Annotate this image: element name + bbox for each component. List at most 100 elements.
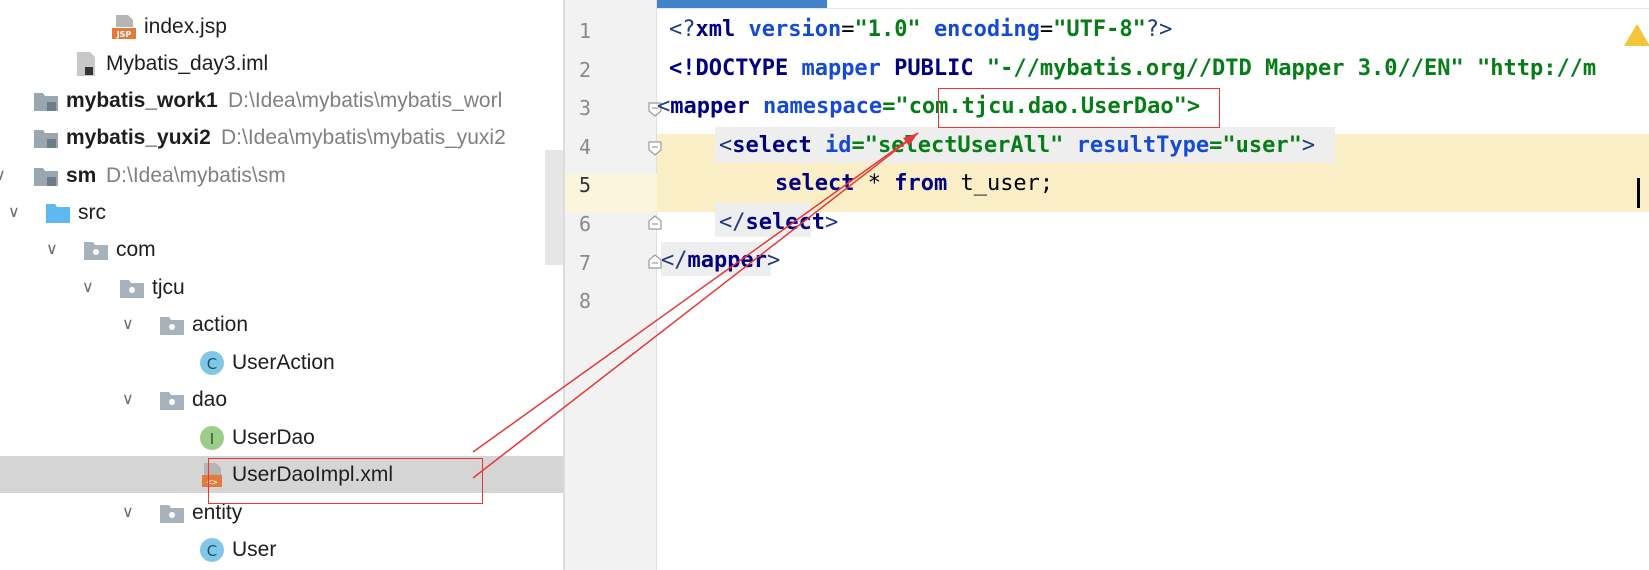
tree-item-label: sm [66, 164, 97, 187]
module-folder-icon [32, 124, 60, 152]
code-token: * [867, 171, 895, 196]
line-number: 1 [578, 19, 592, 43]
code-token: < [657, 94, 671, 119]
tree-item-label: entity [192, 501, 243, 524]
class-icon: C [198, 349, 226, 377]
tree-item-label: index.jsp [144, 15, 227, 38]
svg-text:I: I [210, 430, 214, 448]
code-line-7[interactable]: </mapper> [661, 248, 780, 273]
chevron-down-icon[interactable]: ∨ [122, 389, 134, 408]
tree-item-label: tjcu [152, 276, 185, 299]
namespace-highlight-box [938, 88, 1220, 128]
tree-item-label: User [232, 538, 277, 561]
code-token: </ [661, 248, 688, 273]
code-token: mapper [801, 56, 895, 81]
selected-file-highlight-box [208, 458, 483, 504]
svg-text:C: C [207, 355, 217, 373]
line-number: 5 [578, 173, 592, 198]
fold-start-icon[interactable] [647, 140, 663, 156]
chevron-down-icon[interactable]: ∨ [0, 165, 6, 184]
package-icon [158, 386, 186, 414]
chevron-down-icon[interactable]: ∨ [122, 314, 134, 333]
code-token: encoding [933, 17, 1040, 42]
editor-gutter [565, 0, 657, 570]
iml-file-icon [72, 50, 100, 78]
tree-item-mybatis-day3-iml[interactable]: Mybatis_day3.iml [0, 45, 563, 82]
class-icon: C [198, 536, 226, 564]
tree-item-label: UserDao [232, 426, 315, 449]
code-token: namespace [762, 94, 883, 119]
code-token: <!DOCTYPE [669, 56, 802, 81]
warning-icon[interactable] [1622, 22, 1649, 48]
code-line-1[interactable]: <?xml version="1.0" encoding="UTF-8"?> [669, 17, 1172, 42]
code-token: xml [695, 17, 749, 42]
code-line-5[interactable]: select * from t_user; [775, 171, 1053, 196]
tree-item-tjcu[interactable]: ∨ tjcu [0, 269, 563, 306]
code-token: select [775, 171, 868, 196]
tree-item-com[interactable]: ∨ com [0, 231, 563, 268]
code-token: select [745, 210, 825, 235]
code-line-4[interactable]: <select id="selectUserAll" resultType="u… [719, 133, 1315, 158]
svg-text:C: C [207, 542, 217, 560]
tree-item-sm[interactable]: ∨ sm D:\Idea\mybatis\sm [0, 157, 563, 194]
tree-item-src[interactable]: ∨ src [0, 194, 563, 231]
line-number: 2 [578, 57, 592, 82]
tree-item-label: mybatis_yuxi2 [66, 126, 211, 149]
code-token: = [1039, 17, 1054, 42]
module-path: D:\Idea\mybatis\mybatis_worl [228, 89, 503, 112]
code-line-2[interactable]: <!DOCTYPE mapper PUBLIC "-//mybatis.org/… [669, 56, 1596, 81]
tree-item-index-jsp[interactable]: JSP index.jsp [0, 8, 563, 45]
code-token: > [824, 210, 839, 235]
code-token: < [719, 133, 733, 158]
code-token: =" [882, 94, 909, 119]
code-token: <? [669, 17, 696, 42]
svg-text:JSP: JSP [116, 30, 132, 39]
editor-tab-bar [565, 0, 1649, 9]
code-token: "selectUserAll" [864, 133, 1064, 158]
chevron-down-icon[interactable]: ∨ [8, 202, 20, 221]
text-caret [1637, 178, 1640, 208]
fold-end-icon[interactable] [647, 215, 663, 231]
tree-item-userdao[interactable]: I UserDao [0, 419, 563, 456]
code-token: "UTF-8" [1053, 17, 1146, 42]
code-token: = [851, 133, 865, 158]
tree-item-mybatis-yuxi2[interactable]: ›mybatis_yuxi2D:\Idea\mybatis\mybatis_yu… [0, 119, 563, 156]
code-token: id [824, 133, 852, 158]
tree-item-dao[interactable]: ∨ dao [0, 381, 563, 418]
code-token: "1.0" [854, 17, 921, 42]
code-token: select [732, 133, 825, 158]
code-token: "-//mybatis.org//DTD Mapper 3.0//EN" [986, 56, 1464, 81]
code-token: ?> [1145, 17, 1173, 42]
tree-item-label: Mybatis_day3.iml [106, 52, 269, 75]
code-editor[interactable]: 12345678 <?xml version="1.0" encoding="U… [565, 0, 1649, 570]
tree-item-label: src [78, 201, 106, 224]
chevron-down-icon[interactable]: ∨ [122, 502, 134, 521]
chevron-down-icon[interactable]: ∨ [46, 239, 58, 258]
tree-item-label: com [116, 238, 156, 261]
tree-item-action[interactable]: ∨ action [0, 306, 563, 343]
code-token: > [1301, 133, 1316, 158]
code-token: = [1209, 133, 1223, 158]
jsp-file-icon: JSP [110, 13, 138, 41]
module-folder-icon [32, 87, 60, 115]
package-icon [158, 311, 186, 339]
tree-item-mybatis-work1[interactable]: ›mybatis_work1D:\Idea\mybatis\mybatis_wo… [0, 82, 563, 119]
tree-item-useraction[interactable]: C UserAction [0, 344, 563, 381]
code-token: PUBLIC [894, 56, 987, 81]
module-folder-icon [32, 162, 60, 190]
tree-scrollbar[interactable] [545, 150, 563, 265]
package-icon [118, 274, 146, 302]
gutter-separator [656, 0, 657, 570]
code-token: = [841, 17, 855, 42]
code-line-6[interactable]: </select> [719, 210, 838, 235]
chevron-down-icon[interactable]: ∨ [82, 277, 94, 296]
code-token: "http://m [1476, 56, 1597, 81]
line-number: 6 [578, 212, 592, 236]
code-token: > [766, 248, 781, 273]
tree-item-user[interactable]: C User [0, 531, 563, 568]
interface-icon: I [198, 424, 226, 452]
module-path: D:\Idea\mybatis\mybatis_yuxi2 [221, 126, 506, 149]
code-token: "user" [1222, 133, 1302, 158]
line-number: 7 [578, 250, 592, 275]
